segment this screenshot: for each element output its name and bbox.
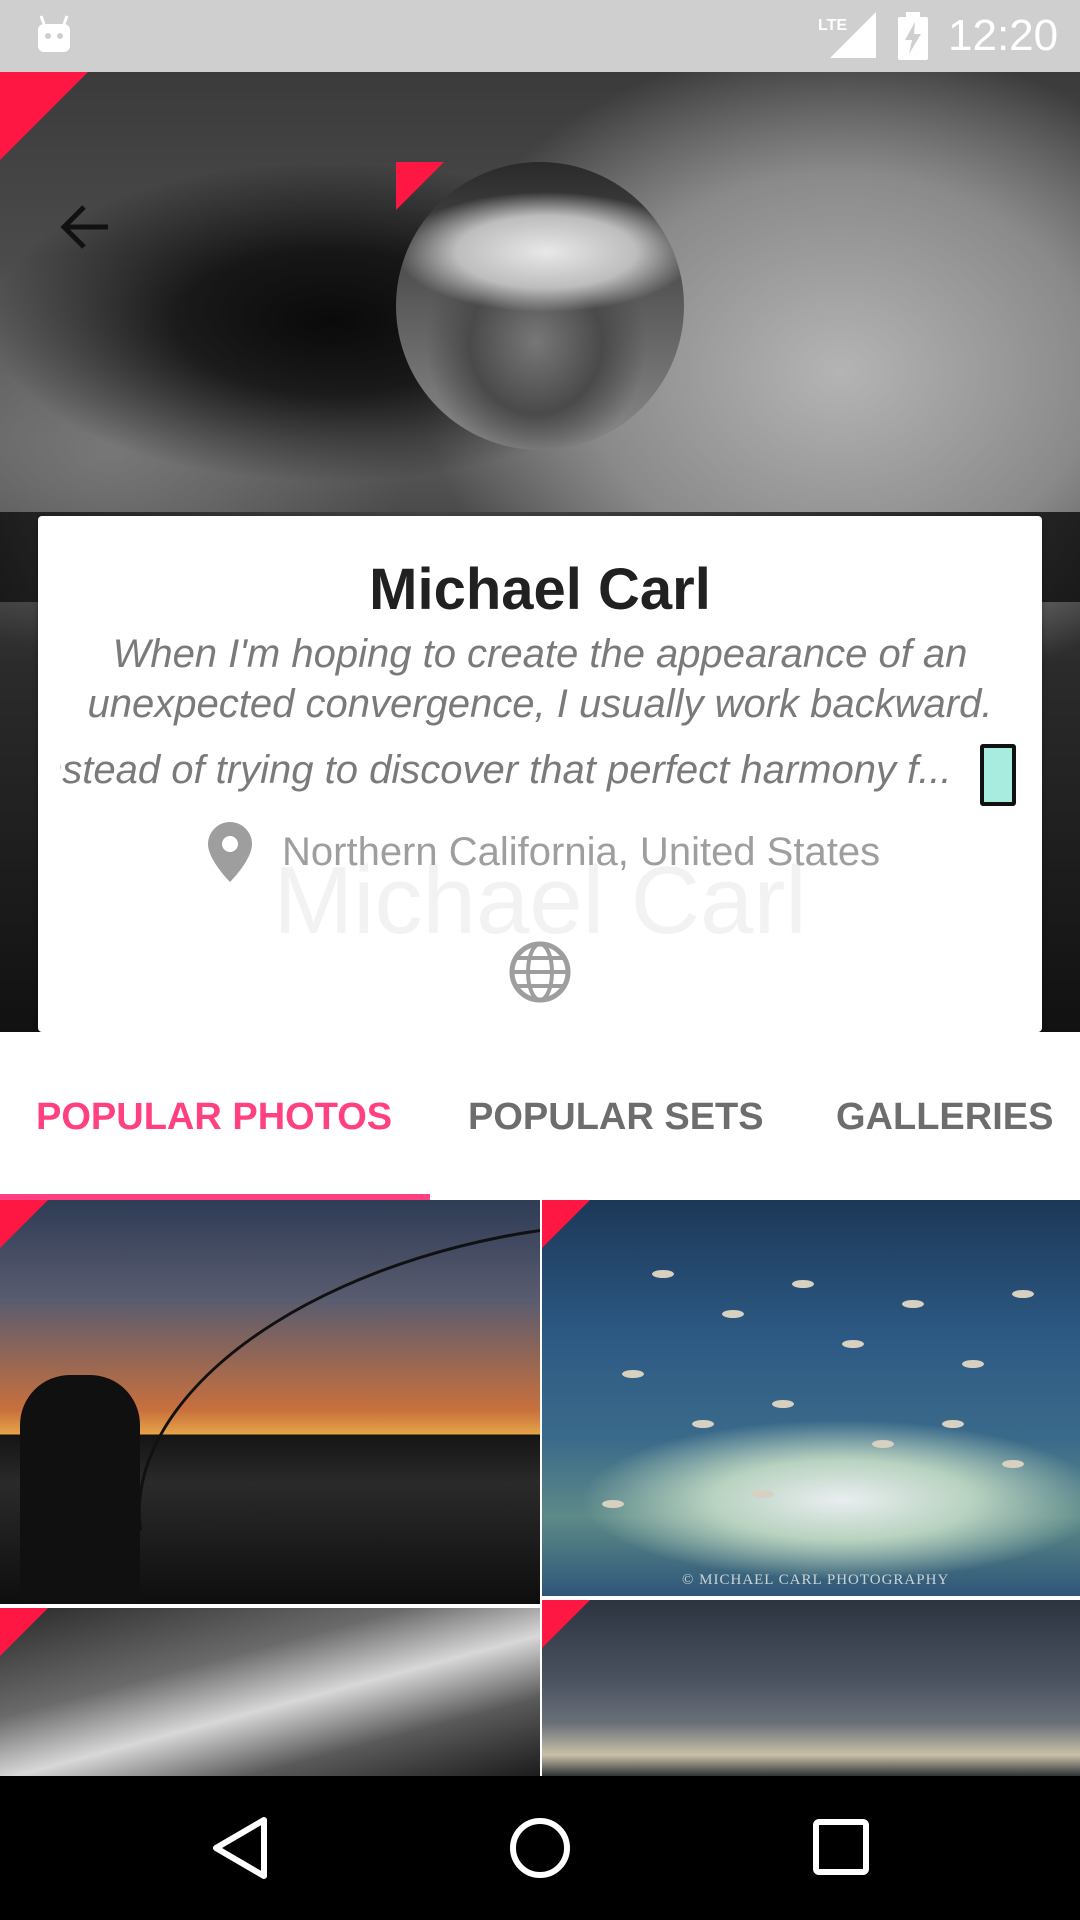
photo-flag-icon — [542, 1600, 590, 1648]
photo-birds-over-waves[interactable]: © MICHAEL CARL PHOTOGRAPHY — [542, 1200, 1080, 1596]
svg-text:LTE: LTE — [818, 17, 847, 34]
profile-card: Michael Carl Michael Carl When I'm hopin… — [38, 516, 1042, 1032]
lte-signal-icon: LTE — [818, 12, 876, 58]
back-arrow-icon[interactable] — [50, 192, 120, 262]
tab-galleries[interactable]: GALLERIES — [836, 1096, 1053, 1139]
map-pin-icon — [208, 822, 252, 882]
profile-bio-line-2: unexpected convergence, I usually work b… — [87, 682, 993, 726]
location-text: Northern California, United States — [282, 829, 881, 874]
android-debug-icon — [38, 15, 70, 52]
fishing-rod — [105, 1228, 540, 1531]
profile-bio-line-3[interactable]: nstead of trying to discover that perfec… — [60, 748, 1010, 793]
bird — [622, 1370, 644, 1378]
profile-bio-line-1: When I'm hoping to create the appearance… — [112, 632, 968, 676]
angler-silhouette — [20, 1375, 140, 1604]
bird — [602, 1500, 624, 1508]
photo-stormy-sky[interactable] — [542, 1600, 1080, 1776]
tab-popular-sets[interactable]: POPULAR SETS — [468, 1096, 764, 1139]
tab-popular-photos[interactable]: POPULAR PHOTOS — [36, 1096, 392, 1139]
photo-flag-icon — [542, 1200, 590, 1248]
back-triangle-icon[interactable] — [210, 1816, 270, 1880]
bird — [652, 1270, 674, 1278]
location-row: Northern California, United States — [208, 822, 880, 882]
text-cursor-handle — [980, 744, 1016, 806]
bird — [692, 1420, 714, 1428]
bio-marquee-text: nstead of trying to discover that perfec… — [60, 748, 952, 792]
bird — [942, 1420, 964, 1428]
recents-square-icon[interactable] — [812, 1818, 870, 1876]
photo-fly-fisherman-sunset[interactable] — [0, 1200, 540, 1604]
bird — [872, 1440, 894, 1448]
debug-flag-icon — [0, 72, 88, 160]
bird — [962, 1360, 984, 1368]
photo-grid: © MICHAEL CARL PHOTOGRAPHY — [0, 1200, 1080, 1776]
bird — [722, 1310, 744, 1318]
avatar[interactable] — [396, 162, 684, 450]
battery-charging-icon — [898, 12, 928, 60]
photo-flag-icon — [0, 1608, 48, 1656]
bird — [842, 1340, 864, 1348]
bird — [1012, 1290, 1034, 1298]
photo-watermark: © MICHAEL CARL PHOTOGRAPHY — [682, 1572, 950, 1588]
tab-bar: POPULAR PHOTOS POPULAR SETS GALLERIES — [0, 1032, 1080, 1200]
photo-bw-clouds[interactable] — [0, 1608, 540, 1776]
globe-icon[interactable] — [508, 940, 572, 1004]
profile-name: Michael Carl — [369, 557, 711, 622]
bird — [1002, 1460, 1024, 1468]
photo-flag-icon — [0, 1200, 48, 1248]
status-time: 12:20 — [948, 11, 1059, 60]
bird — [902, 1300, 924, 1308]
status-bar: LTE 12:20 — [0, 0, 1080, 72]
home-circle-icon[interactable] — [508, 1816, 572, 1880]
avatar-flag-icon — [396, 162, 444, 210]
system-nav-bar — [0, 1776, 1080, 1920]
bird — [752, 1490, 774, 1498]
bird — [772, 1400, 794, 1408]
bird — [792, 1280, 814, 1288]
